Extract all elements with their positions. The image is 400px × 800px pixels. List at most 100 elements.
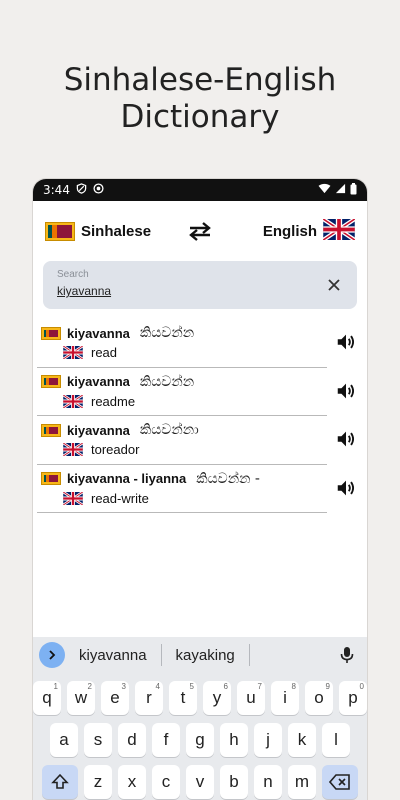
result-sinhala: කියවන්න: [139, 325, 195, 341]
target-language-label: English: [262, 222, 317, 240]
close-icon: [328, 279, 340, 291]
key-r[interactable]: r4: [135, 681, 163, 715]
key-hint: 5: [189, 682, 194, 691]
shift-key[interactable]: [42, 765, 78, 799]
key-t[interactable]: t5: [169, 681, 197, 715]
promo-title-line2: Dictionary: [120, 99, 280, 135]
key-w[interactable]: w2: [67, 681, 95, 715]
result-word: kiyavanna: [67, 422, 130, 438]
suggestion-item[interactable]: kiyavanna: [65, 647, 161, 664]
sri-lanka-flag-icon: [41, 326, 61, 340]
key-i[interactable]: i8: [271, 681, 299, 715]
sri-lanka-flag-icon: [41, 375, 61, 388]
search-field[interactable]: Search kiyavanna: [43, 261, 357, 309]
sri-lanka-flag-icon: [45, 221, 75, 241]
promo-title: Sinhalese-English Dictionary: [0, 62, 400, 136]
wifi-icon: [318, 183, 331, 197]
promo-title-line1: Sinhalese-English: [63, 62, 337, 98]
key-v[interactable]: v: [186, 765, 214, 799]
signal-icon: [335, 183, 346, 197]
voice-input-button[interactable]: [337, 645, 357, 665]
backspace-key[interactable]: [322, 765, 358, 799]
key-m[interactable]: m: [288, 765, 316, 799]
key-o[interactable]: o9: [305, 681, 333, 715]
result-item[interactable]: kiyavanna කියවන්න readme: [33, 368, 367, 416]
speaker-icon: [337, 431, 355, 447]
results-list: kiyavanna කියවන්න read kiyavanna කියවන්න: [33, 319, 367, 513]
key-y[interactable]: y6: [203, 681, 231, 715]
key-z[interactable]: z: [84, 765, 112, 799]
key-q[interactable]: q1: [33, 681, 61, 715]
suggestion-divider: [248, 644, 250, 666]
uk-flag-icon: [63, 491, 83, 505]
key-h[interactable]: h: [220, 723, 248, 757]
key-l[interactable]: l: [322, 723, 350, 757]
key-u[interactable]: u7: [237, 681, 265, 715]
keyboard-row-2: a s d f g h j k l: [33, 723, 367, 757]
key-a[interactable]: a: [50, 723, 78, 757]
keyboard-row-3: z x c v b n m: [33, 765, 367, 799]
result-translation: toreador: [91, 442, 140, 457]
key-g[interactable]: g: [186, 723, 214, 757]
source-language-label: Sinhalese: [81, 222, 152, 240]
expand-suggestions-button[interactable]: [39, 642, 65, 668]
pronounce-button[interactable]: [335, 477, 357, 499]
language-bar: Sinhalese English: [33, 201, 367, 261]
key-hint: 9: [325, 682, 330, 691]
key-e[interactable]: e3: [101, 681, 129, 715]
app-notification-icon: [93, 183, 104, 197]
swap-languages-button[interactable]: [180, 221, 220, 241]
result-item[interactable]: kiyavanna කියවන්නා toreador: [33, 416, 367, 465]
key-label: q: [42, 688, 52, 707]
suggestion-item[interactable]: kayaking: [162, 647, 249, 664]
uk-flag-icon: [63, 346, 83, 359]
key-j[interactable]: j: [254, 723, 282, 757]
key-x[interactable]: x: [118, 765, 146, 799]
microphone-icon: [340, 647, 354, 663]
key-d[interactable]: d: [118, 723, 146, 757]
key-k[interactable]: k: [288, 723, 316, 757]
result-word: kiyavanna - liyanna: [67, 471, 187, 486]
key-n[interactable]: n: [254, 765, 282, 799]
on-screen-keyboard: kiyavanna kayaking q1 w2 e3 r4 t5 y6 u7 …: [33, 637, 367, 800]
uk-flag-icon: [322, 216, 356, 244]
result-sinhala: කියවන්නා: [139, 422, 199, 438]
key-s[interactable]: s: [84, 723, 112, 757]
chevron-right-icon: [49, 650, 56, 660]
pronounce-button[interactable]: [335, 331, 357, 353]
key-b[interactable]: b: [220, 765, 248, 799]
sri-lanka-flag-icon: [41, 423, 61, 437]
key-label: y: [212, 688, 222, 707]
uk-flag-icon: [63, 443, 83, 456]
swap-arrows-icon: [189, 222, 211, 241]
key-p[interactable]: p0: [339, 681, 367, 715]
uk-flag-icon: [63, 394, 83, 408]
shift-arrow-icon: [51, 773, 69, 789]
result-sinhala: කියවන්න: [139, 373, 195, 390]
result-translation: read-write: [91, 490, 149, 506]
clear-search-button[interactable]: [325, 276, 343, 294]
key-label: p: [348, 688, 358, 707]
key-label: i: [283, 688, 287, 707]
pronounce-button[interactable]: [335, 380, 357, 402]
result-word: kiyavanna: [67, 374, 130, 389]
target-language-selector[interactable]: English: [220, 216, 356, 244]
search-label: Search: [57, 269, 89, 280]
search-input[interactable]: kiyavanna: [57, 284, 111, 298]
key-c[interactable]: c: [152, 765, 180, 799]
key-hint: 4: [155, 682, 160, 691]
key-label: e: [110, 688, 120, 707]
key-hint: 6: [223, 682, 228, 691]
key-label: o: [314, 688, 324, 707]
result-item[interactable]: kiyavanna කියවන්න read: [33, 319, 367, 368]
key-hint: 1: [53, 682, 58, 691]
battery-icon: [350, 182, 357, 198]
pronounce-button[interactable]: [335, 428, 357, 450]
key-label: w: [74, 688, 88, 707]
result-item[interactable]: kiyavanna - liyanna කියවන්න - read-write: [33, 465, 367, 513]
source-language-selector[interactable]: Sinhalese: [45, 221, 180, 241]
speaker-icon: [337, 480, 355, 495]
key-hint: 0: [359, 682, 364, 691]
key-f[interactable]: f: [152, 723, 180, 757]
speaker-icon: [337, 334, 355, 350]
